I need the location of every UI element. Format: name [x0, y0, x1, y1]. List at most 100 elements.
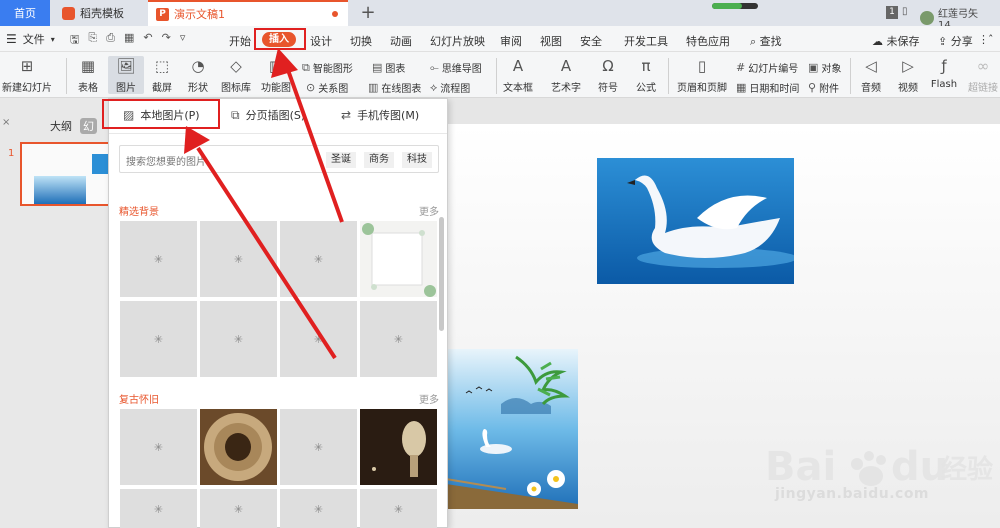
tab-slides[interactable]: 幻 [80, 118, 97, 134]
lake-image[interactable] [446, 349, 578, 509]
new-slide-button[interactable]: ⊞ 新建幻灯片 [2, 56, 52, 94]
menu-home[interactable]: 开始 [229, 33, 251, 49]
attachment-button[interactable]: ⚲ 附件 [808, 80, 839, 95]
menu-transition[interactable]: 切换 [350, 33, 372, 49]
table-icon: ▦ [80, 57, 96, 75]
symbol-button[interactable]: Ω 符号 [592, 56, 624, 94]
microphone-illustration [372, 421, 426, 477]
picture-tile[interactable]: ✳ [120, 489, 197, 528]
close-panel-icon[interactable]: × [2, 117, 10, 128]
chart-button[interactable]: ▤ 图表 [372, 60, 405, 75]
redo-icon[interactable]: ↷ [162, 31, 171, 50]
picture-tile[interactable]: ✳ [280, 301, 357, 377]
tab-outline[interactable]: 大纲 [50, 118, 72, 134]
hyperlink-button[interactable]: ∞ 超链接 [966, 56, 1000, 94]
swan-image[interactable] [597, 158, 794, 284]
art-text-button[interactable]: A 艺术字 [546, 56, 586, 94]
menu-animation[interactable]: 动画 [390, 33, 412, 49]
menu-slideshow[interactable]: 幻灯片放映 [430, 33, 485, 49]
textbox-icon: A [512, 57, 524, 75]
table-button[interactable]: ▦ 表格 [72, 56, 104, 94]
header-footer-button[interactable]: ▯ 页眉和页脚 [674, 56, 730, 94]
dropdown-scrollbar[interactable] [439, 217, 444, 331]
flash-button[interactable]: ƒ Flash [928, 56, 960, 90]
file-menu[interactable]: ☰ 文件 ▾ [6, 31, 55, 47]
shape-button[interactable]: ◔ 形状 [182, 56, 214, 94]
tab-home[interactable]: 首页 [0, 0, 50, 26]
picture-tile[interactable]: ✳ [120, 409, 197, 485]
output-pdf-icon[interactable]: ⎘ [88, 31, 97, 50]
menu-design[interactable]: 设计 [310, 33, 332, 49]
flowchart-button[interactable]: ⟡ 流程图 [430, 80, 471, 96]
print-icon[interactable]: ⎙ [106, 31, 115, 50]
mindmap-label: 思维导图 [441, 64, 482, 75]
more-featured-link[interactable]: 更多 [419, 203, 439, 218]
menu-view[interactable]: 视图 [540, 33, 562, 49]
share-label: 分享 [950, 35, 973, 48]
menu-review[interactable]: 审阅 [500, 33, 522, 49]
print-preview-icon[interactable]: ▦ [124, 31, 134, 50]
online-chart-button[interactable]: ▥ 在线图表 [368, 80, 421, 95]
picture-tile[interactable]: ✳ [200, 489, 277, 528]
menu-security[interactable]: 安全 [580, 33, 602, 49]
collapse-ribbon-icon[interactable]: ˆ [988, 33, 994, 46]
undo-icon[interactable]: ↶ [143, 31, 152, 50]
tag-technology[interactable]: 科技 [402, 152, 432, 168]
date-time-button[interactable]: ▦ 日期和时间 [736, 80, 799, 95]
function-chart-button[interactable]: ▥ 功能图 [258, 56, 294, 94]
share-button[interactable]: ⇪ 分享 [938, 33, 973, 49]
phone-transfer-icon: ⇄ [341, 108, 352, 122]
window-count-badge[interactable]: 1 [886, 6, 898, 19]
flowchart-label: 流程图 [440, 84, 471, 95]
menu-developer[interactable]: 开发工具 [624, 33, 668, 49]
paged-illustration-button[interactable]: ⧉ 分页插图(S) [231, 107, 305, 123]
picture-tile-music-scroll[interactable] [200, 409, 277, 485]
picture-tile-microphone[interactable] [360, 409, 437, 485]
picture-tile[interactable]: ✳ [200, 221, 277, 297]
picture-tile[interactable]: ✳ [120, 301, 197, 377]
attachment-label: 附件 [819, 84, 840, 95]
picture-tile-floral[interactable] [360, 221, 437, 297]
picture-tile[interactable]: ✳ [120, 221, 197, 297]
menu-features[interactable]: 特色应用 [686, 33, 730, 49]
formula-button[interactable]: π 公式 [630, 56, 662, 94]
picture-tile[interactable]: ✳ [280, 221, 357, 297]
unsaved-status[interactable]: ☁ 未保存 [872, 33, 920, 49]
search-command[interactable]: ⌕ 查找 [750, 33, 782, 49]
picture-tile[interactable]: ✳ [280, 489, 357, 528]
relation-chart-button[interactable]: ⊙ 关系图 [306, 80, 348, 95]
relation-icon: ⊙ [306, 81, 316, 94]
new-tab-button[interactable]: + [358, 2, 378, 23]
phone-picture-button[interactable]: ⇄ 手机传图(M) [341, 107, 419, 123]
picture-tile[interactable]: ✳ [360, 301, 437, 377]
video-button[interactable]: ▷ 视频 [890, 56, 926, 94]
picture-tile[interactable]: ✳ [200, 301, 277, 377]
window-switch-icon[interactable]: ▯ [902, 6, 908, 17]
ribbon-insert: ⊞ 新建幻灯片 ▦ 表格 🖼 图片 ⬚ 截屏 ◔ 形状 ◇ 图标库 ▥ 功能图 … [0, 52, 1000, 98]
save-icon[interactable]: 🖫 [70, 31, 79, 50]
chevron-down-icon: ▾ [50, 34, 55, 44]
picture-tile[interactable]: ✳ [360, 489, 437, 528]
picture-search-box[interactable]: 搜索您想要的图片 圣诞 商务 科技 [119, 145, 439, 173]
tab-docer-templates[interactable]: 稻壳模板 [52, 0, 146, 26]
date-time-label: 日期和时间 [749, 84, 800, 95]
icon-library-button[interactable]: ◇ 图标库 [218, 56, 254, 94]
slide-number-icon: # [736, 61, 746, 74]
slide-number-button[interactable]: # 幻灯片编号 [736, 60, 798, 75]
customize-icon[interactable]: ▿ [180, 31, 186, 50]
mindmap-button[interactable]: ⟜ 思维导图 [430, 60, 482, 76]
audio-button[interactable]: ◁ 音频 [854, 56, 888, 94]
textbox-button[interactable]: A 文本框 [500, 56, 536, 94]
picture-tile[interactable]: ✳ [280, 409, 357, 485]
tag-business[interactable]: 商务 [364, 152, 394, 168]
screenshot-button[interactable]: ⬚ 截屏 [146, 56, 178, 94]
loading-spinner-icon: ✳ [393, 332, 404, 346]
smart-shape-icon: ⧉ [302, 60, 310, 74]
phone-picture-label: 手机传图(M) [357, 109, 420, 122]
more-retro-link[interactable]: 更多 [419, 391, 439, 406]
tag-christmas[interactable]: 圣诞 [326, 152, 356, 168]
tab-document[interactable]: P 演示文稿1 [148, 0, 348, 26]
picture-button[interactable]: 🖼 图片 [108, 56, 144, 94]
smart-shape-button[interactable]: ⧉ 智能图形 [302, 60, 353, 76]
object-button[interactable]: ▣ 对象 [808, 60, 841, 75]
